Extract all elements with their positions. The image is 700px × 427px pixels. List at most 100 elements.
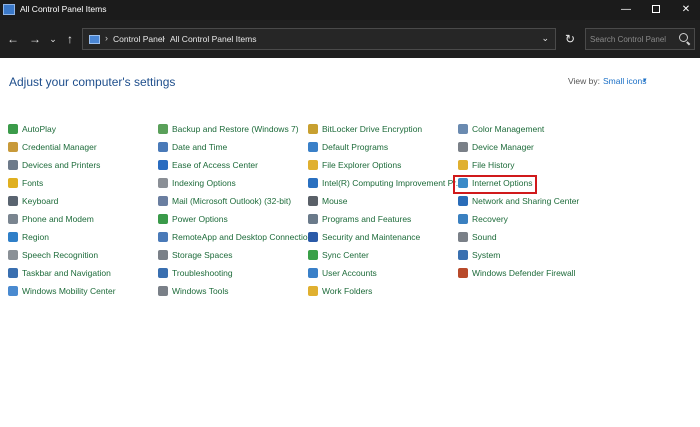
control-panel-item[interactable]: Programs and Features xyxy=(308,212,411,226)
item-label[interactable]: Storage Spaces xyxy=(172,250,232,260)
refresh-button[interactable]: ↻ xyxy=(559,28,581,50)
up-button[interactable]: ↑ xyxy=(62,31,78,47)
item-label[interactable]: Recovery xyxy=(472,214,508,224)
item-label[interactable]: Troubleshooting xyxy=(172,268,233,278)
control-panel-item[interactable]: File Explorer Options xyxy=(308,158,401,172)
control-panel-item[interactable]: User Accounts xyxy=(308,266,377,280)
item-label[interactable]: RemoteApp and Desktop Connections xyxy=(172,232,317,242)
item-label[interactable]: Programs and Features xyxy=(322,214,411,224)
control-panel-item[interactable]: Backup and Restore (Windows 7) xyxy=(158,122,299,136)
item-label[interactable]: Keyboard xyxy=(22,196,58,206)
window-title: All Control Panel Items xyxy=(20,4,107,14)
chevron-down-icon[interactable]: ▾ xyxy=(643,76,647,84)
item-label[interactable]: User Accounts xyxy=(322,268,377,278)
control-panel-item[interactable]: Device Manager xyxy=(458,140,534,154)
control-panel-item[interactable]: Windows Defender Firewall xyxy=(458,266,575,280)
search-icon[interactable] xyxy=(679,33,688,42)
control-panel-item[interactable]: Power Options xyxy=(158,212,228,226)
control-panel-item[interactable]: File History xyxy=(458,158,515,172)
forward-button[interactable]: → xyxy=(27,31,43,47)
item-label[interactable]: Network and Sharing Center xyxy=(472,196,579,206)
item-label[interactable]: Color Management xyxy=(472,124,544,134)
item-label[interactable]: Devices and Printers xyxy=(22,160,100,170)
back-button[interactable]: ← xyxy=(5,31,21,47)
address-bar[interactable]: › Control Panel › All Control Panel Item… xyxy=(82,28,556,50)
item-label[interactable]: Fonts xyxy=(22,178,43,188)
control-panel-item[interactable]: Mail (Microsoft Outlook) (32-bit) xyxy=(158,194,291,208)
control-panel-item[interactable]: Fonts xyxy=(8,176,43,190)
item-label[interactable]: Windows Tools xyxy=(172,286,229,296)
control-panel-item[interactable]: Sound xyxy=(458,230,497,244)
search-box[interactable] xyxy=(585,28,695,50)
item-label[interactable]: Date and Time xyxy=(172,142,227,152)
control-panel-item[interactable]: RemoteApp and Desktop Connections xyxy=(158,230,317,244)
recent-locations-button[interactable]: ⌄ xyxy=(45,31,61,47)
control-panel-item[interactable]: Region xyxy=(8,230,49,244)
control-panel-item[interactable]: Mouse xyxy=(308,194,348,208)
item-label[interactable]: Taskbar and Navigation xyxy=(22,268,111,278)
close-button[interactable]: ✕ xyxy=(672,0,700,20)
item-label[interactable]: Backup and Restore (Windows 7) xyxy=(172,124,299,134)
control-panel-item[interactable]: AutoPlay xyxy=(8,122,56,136)
control-panel-item[interactable]: Recovery xyxy=(458,212,508,226)
item-label[interactable]: Speech Recognition xyxy=(22,250,98,260)
control-panel-item[interactable]: System xyxy=(458,248,500,262)
control-panel-item[interactable]: Windows Tools xyxy=(158,284,229,298)
item-label[interactable]: Credential Manager xyxy=(22,142,97,152)
item-label[interactable]: Ease of Access Center xyxy=(172,160,258,170)
item-label[interactable]: Windows Mobility Center xyxy=(22,286,116,296)
breadcrumb-separator[interactable]: › xyxy=(162,33,165,43)
devices-printers-icon xyxy=(8,160,18,170)
item-label[interactable]: Default Programs xyxy=(322,142,388,152)
control-panel-item[interactable]: Intel(R) Computing Improvement Pr... xyxy=(308,176,463,190)
breadcrumb-control-panel[interactable]: Control Panel xyxy=(113,34,165,44)
control-panel-item[interactable]: BitLocker Drive Encryption xyxy=(308,122,422,136)
item-label[interactable]: Intel(R) Computing Improvement Pr... xyxy=(322,178,463,188)
item-label[interactable]: Device Manager xyxy=(472,142,534,152)
control-panel-item[interactable]: Work Folders xyxy=(308,284,372,298)
item-label[interactable]: Security and Maintenance xyxy=(322,232,420,242)
control-panel-item[interactable]: Security and Maintenance xyxy=(308,230,420,244)
item-label[interactable]: Power Options xyxy=(172,214,228,224)
breadcrumb-all-items[interactable]: All Control Panel Items xyxy=(170,34,256,44)
control-panel-item[interactable]: Indexing Options xyxy=(158,176,236,190)
item-label[interactable]: File Explorer Options xyxy=(322,160,401,170)
item-label[interactable]: Sound xyxy=(472,232,497,242)
control-panel-item[interactable]: Network and Sharing Center xyxy=(458,194,579,208)
control-panel-item[interactable]: Date and Time xyxy=(158,140,227,154)
item-label[interactable]: Indexing Options xyxy=(172,178,236,188)
control-panel-item[interactable]: Speech Recognition xyxy=(8,248,98,262)
control-panel-item[interactable]: Taskbar and Navigation xyxy=(8,266,111,280)
view-by-dropdown[interactable]: Small icons xyxy=(603,76,646,86)
mobility-center-icon xyxy=(8,286,18,296)
minimize-button[interactable]: — xyxy=(612,0,640,20)
breadcrumb-separator[interactable]: › xyxy=(105,33,108,43)
control-panel-item[interactable]: Color Management xyxy=(458,122,544,136)
item-label[interactable]: Region xyxy=(22,232,49,242)
control-panel-item[interactable]: Storage Spaces xyxy=(158,248,232,262)
search-input[interactable] xyxy=(590,32,674,46)
network-sharing-icon xyxy=(458,196,468,206)
remoteapp-icon xyxy=(158,232,168,242)
maximize-button[interactable] xyxy=(642,0,670,20)
item-label[interactable]: Mouse xyxy=(322,196,348,206)
item-label[interactable]: AutoPlay xyxy=(22,124,56,134)
item-label[interactable]: System xyxy=(472,250,500,260)
item-label[interactable]: Phone and Modem xyxy=(22,214,94,224)
item-label[interactable]: Mail (Microsoft Outlook) (32-bit) xyxy=(172,196,291,206)
item-label[interactable]: BitLocker Drive Encryption xyxy=(322,124,422,134)
item-label[interactable]: Sync Center xyxy=(322,250,369,260)
control-panel-item[interactable]: Phone and Modem xyxy=(8,212,94,226)
address-dropdown-button[interactable]: ⌄ xyxy=(541,33,549,44)
item-label[interactable]: File History xyxy=(472,160,515,170)
control-panel-item[interactable]: Sync Center xyxy=(308,248,369,262)
control-panel-item[interactable]: Devices and Printers xyxy=(8,158,100,172)
control-panel-item[interactable]: Ease of Access Center xyxy=(158,158,258,172)
control-panel-item[interactable]: Credential Manager xyxy=(8,140,97,154)
control-panel-item[interactable]: Troubleshooting xyxy=(158,266,233,280)
item-label[interactable]: Work Folders xyxy=(322,286,372,296)
control-panel-item[interactable]: Keyboard xyxy=(8,194,58,208)
item-label[interactable]: Windows Defender Firewall xyxy=(472,268,575,278)
control-panel-item[interactable]: Default Programs xyxy=(308,140,388,154)
control-panel-item[interactable]: Windows Mobility Center xyxy=(8,284,116,298)
